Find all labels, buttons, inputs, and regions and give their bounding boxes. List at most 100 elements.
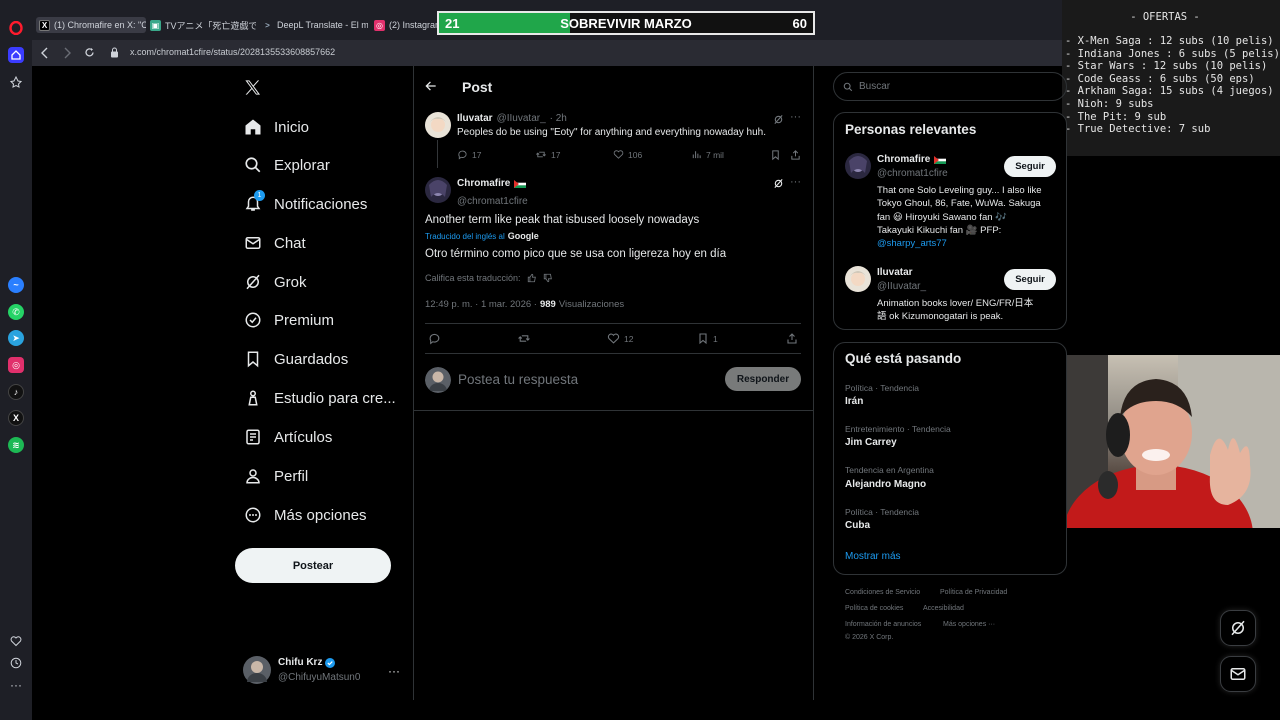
grok-icon[interactable] [773,114,784,125]
avatar[interactable] [425,112,451,138]
messenger-icon[interactable]: ~ [8,277,24,293]
post-author[interactable]: Chromafire [457,178,527,189]
share-icon[interactable] [786,332,798,345]
nav-explore[interactable]: Explorar [244,152,330,178]
footer-copyright: © 2026 X Corp. [845,634,894,641]
person-handle[interactable]: @IIuvatar_ [877,281,926,292]
home-icon[interactable] [8,47,24,63]
search-input[interactable]: Buscar [833,72,1067,101]
trend-name: Irán [845,396,864,407]
progress-bar-overlay: 21 SOBREVIVIR MARZO 60 [437,11,815,35]
author-handle[interactable]: @chromat1cfire [457,191,528,209]
spotify-icon[interactable]: ≋ [8,437,24,453]
thumbs-down-icon[interactable] [543,273,553,283]
person-handle[interactable]: @chromat1cfire [877,168,948,179]
tweet-time[interactable]: · 2h [550,113,567,124]
author-handle[interactable]: @IIuvatar_ [497,113,546,124]
whatsapp-icon[interactable]: ✆ [8,304,24,320]
more-icon[interactable]: ··· [790,176,801,188]
follow-button[interactable]: Seguir [1004,269,1056,290]
tiktok-icon[interactable]: ♪ [8,384,24,400]
account-info[interactable]: Chifu Krz [278,657,336,668]
follow-button[interactable]: Seguir [1004,156,1056,177]
home-icon [244,118,262,136]
telegram-icon[interactable]: ➤ [8,330,24,346]
tab-anime[interactable]: ▣ TVアニメ「死亡遊戯で飯を食 [150,17,256,33]
reload-icon[interactable] [84,47,95,58]
avatar[interactable] [845,153,871,179]
translated-from-label[interactable]: Traducido del inglés al [425,232,505,241]
avatar[interactable] [425,177,451,203]
x-logo-icon[interactable] [243,78,262,97]
reply-action[interactable]: 17 [457,149,481,160]
back-arrow-icon[interactable] [424,79,438,93]
forward-arrow-icon[interactable] [62,47,72,59]
like-action[interactable]: 106 [613,149,642,160]
reply-action[interactable] [428,332,441,345]
x-app-icon[interactable]: X [8,410,24,426]
like-action[interactable]: 12 [607,332,633,345]
footer-cookies-link[interactable]: Política de cookies [845,605,903,612]
footer-terms-link[interactable]: Condiciones de Servicio [845,589,920,596]
grok-icon[interactable] [773,178,784,189]
pinboard-icon[interactable] [8,74,24,90]
avatar[interactable] [845,266,871,292]
divider [425,353,801,354]
nav-more[interactable]: Más opciones [244,502,367,528]
rate-translation: Califica esta traducción: [425,273,553,283]
grok-float-button[interactable] [1220,610,1256,646]
repost-action[interactable]: 17 [535,149,560,160]
post-timestamp[interactable]: 12:49 p. m. · 1 mar. 2026 · [425,299,537,310]
reply-button[interactable]: Responder [725,367,801,391]
nav-notifications[interactable]: 1 Notificaciones [244,190,367,217]
tab-instagram[interactable]: ◎ (2) Instagram [374,17,440,33]
nav-premium[interactable]: Premium [244,307,334,333]
footer-accessibility-link[interactable]: Accesibilidad [923,605,964,612]
messages-float-button[interactable] [1220,656,1256,692]
more-icon[interactable]: ··· [8,677,24,693]
repost-action[interactable] [517,332,531,345]
tab-label: (2) Instagram [389,20,440,30]
post-button[interactable]: Postear [235,548,391,583]
bookmark-icon[interactable] [770,149,781,161]
bookmark-action[interactable]: 1 [697,332,718,345]
share-icon[interactable] [790,149,801,161]
person-name-row[interactable]: Chromafire [877,154,947,165]
account-menu-icon[interactable]: ··· [388,664,400,678]
lock-icon[interactable] [110,47,119,58]
thumbs-up-icon[interactable] [527,273,537,283]
nav-home[interactable]: Inicio [244,114,309,140]
tab-chromafire[interactable]: X (1) Chromafire en X: "C [36,17,146,33]
nav-grok[interactable]: Grok [244,269,307,295]
show-more-link[interactable]: Mostrar más [845,551,901,562]
footer-more-link[interactable]: Más opciones ··· [943,621,995,628]
tab-deepl[interactable]: > DeepL Translate - El mejor [262,17,368,33]
nav-bookmarks[interactable]: Guardados [244,346,348,372]
account-avatar[interactable] [243,656,271,684]
footer-ads-link[interactable]: Información de anuncios [845,621,921,628]
bio-link[interactable]: @sharpy_arts77 [877,237,1063,250]
more-icon[interactable]: ··· [790,111,801,123]
back-arrow-icon[interactable] [40,47,50,59]
instagram-icon[interactable]: ◎ [8,357,24,373]
footer-privacy-link[interactable]: Política de Privacidad [940,589,1007,596]
heart-icon[interactable] [8,633,24,649]
author-name[interactable]: Iluvatar [457,113,493,124]
views-action[interactable]: 7 mil [691,149,724,160]
trend-category: Tendencia en Argentina [845,465,934,475]
history-icon[interactable] [8,655,24,671]
nav-chat[interactable]: Chat [244,230,306,256]
url-text[interactable]: x.com/chromat1cfire/status/2028135533608… [130,47,335,57]
nav-studio[interactable]: Estudio para cre... [244,385,396,411]
nav-articles[interactable]: Artículos [244,424,332,450]
opera-logo-icon[interactable] [8,20,24,36]
nav-profile[interactable]: Perfil [244,463,308,489]
divider [414,410,813,411]
person-name[interactable]: Iluvatar [877,267,913,278]
reply-input[interactable]: Postea tu respuesta [458,372,578,387]
avatar[interactable] [425,367,451,393]
flag-icon [934,155,947,164]
bookmark-icon [244,350,262,368]
address-bar: x.com/chromat1cfire/status/2028135533608… [32,40,1062,66]
progress-title: SOBREVIVIR MARZO [560,16,692,31]
